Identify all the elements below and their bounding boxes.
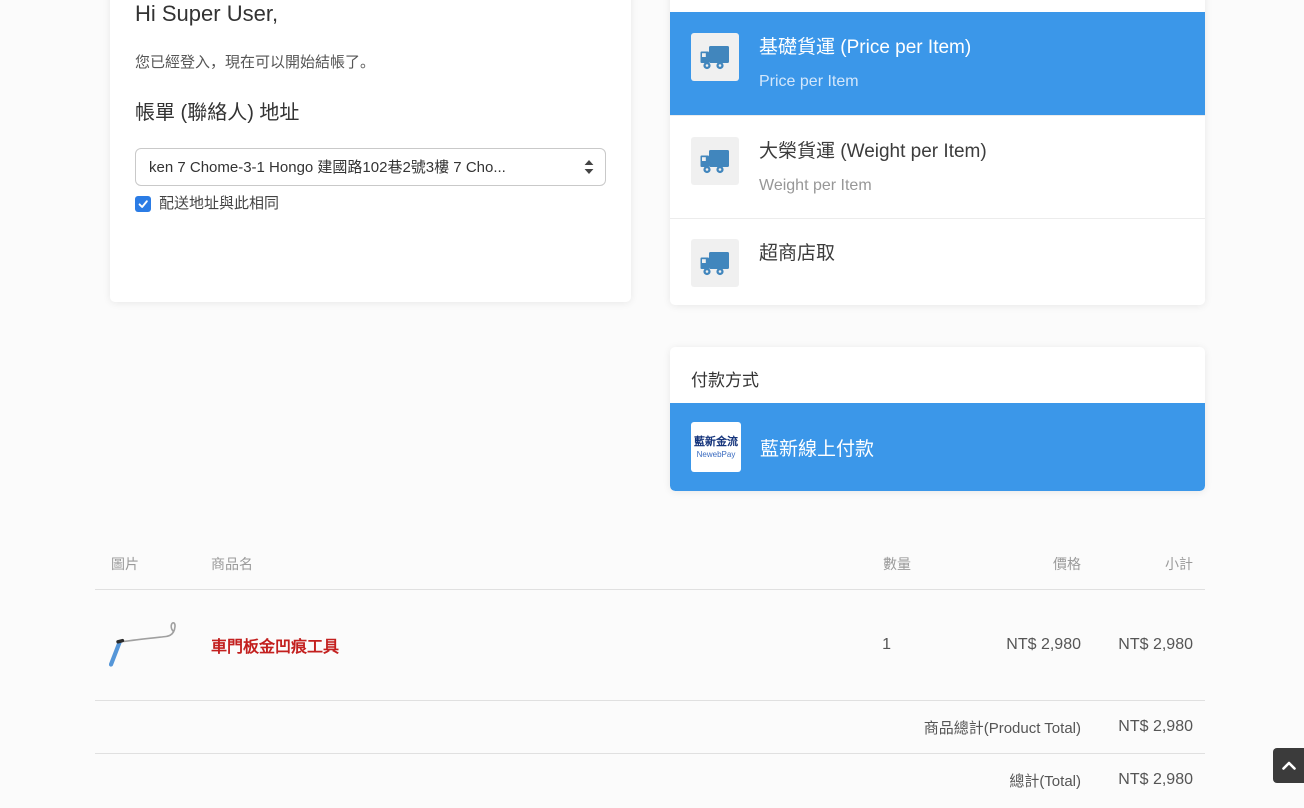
shipping-method-text: 大榮貨運 (Weight per Item) Weight per Item [759,137,987,196]
shipping-methods-card: 基礎貨運 (Price per Item) Price per Item 大榮貨… [670,0,1205,305]
billing-address-card: Hi Super User, 您已經登入，現在可以開始結帳了。 帳單 (聯絡人)… [110,0,631,302]
grand-total-value: NT$ 2,980 [1085,754,1205,807]
chevron-up-icon [1282,761,1296,770]
grand-total-row: 總計(Total) NT$ 2,980 [95,754,1205,807]
column-header-price: 價格 [915,535,1085,590]
shipping-method-subtitle: Price per Item [759,72,971,92]
checkout-page: { "billing": { "greeting": "Hi Super Use… [0,0,1304,808]
shipping-method-weight[interactable]: 大榮貨運 (Weight per Item) Weight per Item [670,115,1205,218]
cart-header-row: 圖片 商品名 數量 價格 小計 [95,535,1205,590]
column-header-name: 商品名 [195,535,795,590]
truck-icon [691,33,739,81]
product-name-link[interactable]: 車門板金凹痕工具 [211,639,339,656]
column-header-image: 圖片 [95,535,195,590]
same-address-checkbox[interactable] [135,196,151,212]
truck-icon [691,239,739,287]
payment-method-newebpay[interactable]: 藍新金流 NewebPay 藍新線上付款 [670,403,1205,491]
billing-address-heading: 帳單 (聯絡人) 地址 [135,102,606,124]
product-price: NT$ 2,980 [915,590,1085,701]
cart-product-row: 車門板金凹痕工具 1 NT$ 2,980 NT$ 2,980 [95,590,1205,701]
greeting-title: Hi Super User, [135,2,606,26]
payment-method-title: 藍新線上付款 [760,434,874,461]
product-quantity: 1 [795,590,915,701]
login-status-message: 您已經登入，現在可以開始結帳了。 [135,54,606,72]
newebpay-logo-text-en: NewebPay [697,450,736,459]
product-total-value: NT$ 2,980 [1085,701,1205,754]
product-subtotal: NT$ 2,980 [1085,590,1205,701]
scroll-to-top-button[interactable] [1273,748,1304,783]
product-thumbnail [109,617,181,669]
address-select-wrap: ken 7 Chome-3-1 Hongo 建國路102巷2號3樓 7 Cho.… [135,148,606,186]
shipping-method-text: 基礎貨運 (Price per Item) Price per Item [759,33,971,92]
grand-total-label: 總計(Total) [95,754,1085,807]
column-header-subtotal: 小計 [1085,535,1205,590]
newebpay-logo-text-cn: 藍新金流 [694,436,738,448]
shipping-method-title: 大榮貨運 (Weight per Item) [759,139,987,165]
product-total-label: 商品總計(Product Total) [95,701,1085,754]
product-image-cell [95,590,195,701]
truck-icon [691,137,739,185]
same-address-row: 配送地址與此相同 [135,196,606,212]
newebpay-logo: 藍新金流 NewebPay [691,422,741,472]
payment-heading: 付款方式 [670,347,1205,391]
cart-table: 圖片 商品名 數量 價格 小計 車門板金凹痕工具 1 [95,535,1205,806]
cart-summary: 圖片 商品名 數量 價格 小計 車門板金凹痕工具 1 [95,535,1205,806]
address-select[interactable]: ken 7 Chome-3-1 Hongo 建國路102巷2號3樓 7 Cho.… [135,148,606,186]
payment-methods-card: 付款方式 藍新金流 NewebPay 藍新線上付款 [670,347,1205,491]
shipping-method-title: 基礎貨運 (Price per Item) [759,35,971,61]
product-total-row: 商品總計(Product Total) NT$ 2,980 [95,701,1205,754]
shipping-method-title: 超商店取 [759,241,835,267]
shipping-method-store-pickup[interactable]: 超商店取 [670,218,1205,305]
same-address-label: 配送地址與此相同 [159,196,279,212]
shipping-method-subtitle: Weight per Item [759,176,987,196]
shipping-method-basic[interactable]: 基礎貨運 (Price per Item) Price per Item [670,12,1205,115]
shipping-method-text: 超商店取 [759,239,835,267]
column-header-quantity: 數量 [795,535,915,590]
